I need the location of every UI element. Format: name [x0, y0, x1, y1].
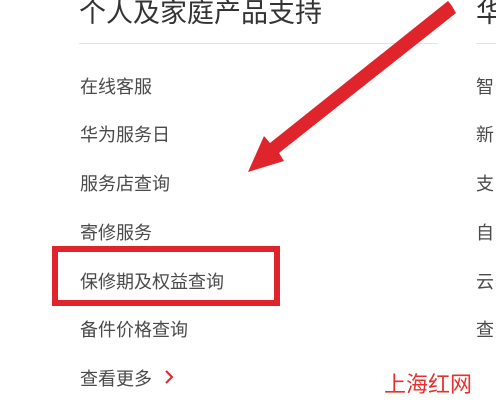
adjacent-section-divider [476, 43, 496, 44]
link-online-service[interactable]: 在线客服 [80, 76, 152, 100]
annotation-arrow-icon [248, 1, 456, 172]
adjacent-item-1[interactable]: 智 [476, 76, 494, 100]
link-store-locator[interactable]: 服务店查询 [80, 173, 170, 197]
section-divider [79, 43, 438, 44]
adjacent-item-5[interactable]: 云 [476, 271, 494, 295]
adjacent-item-4[interactable]: 自 [476, 222, 494, 246]
adjacent-section-title: 华 [476, 0, 496, 29]
watermark-text: 上海红网 [384, 373, 473, 398]
link-service-day[interactable]: 华为服务日 [80, 124, 170, 148]
chevron-right-icon [164, 368, 174, 392]
adjacent-item-2[interactable]: 新 [476, 124, 494, 148]
view-more-label: 查看更多 [80, 369, 152, 390]
link-parts-price[interactable]: 备件价格查询 [80, 319, 188, 343]
adjacent-item-6[interactable]: 查 [476, 319, 494, 343]
view-more-link[interactable]: 查看更多 [80, 368, 174, 392]
adjacent-item-3[interactable]: 支 [476, 173, 494, 197]
link-mail-in-repair[interactable]: 寄修服务 [80, 222, 152, 246]
support-section-title: 个人及家庭产品支持 [79, 0, 322, 29]
highlight-box [52, 246, 280, 306]
